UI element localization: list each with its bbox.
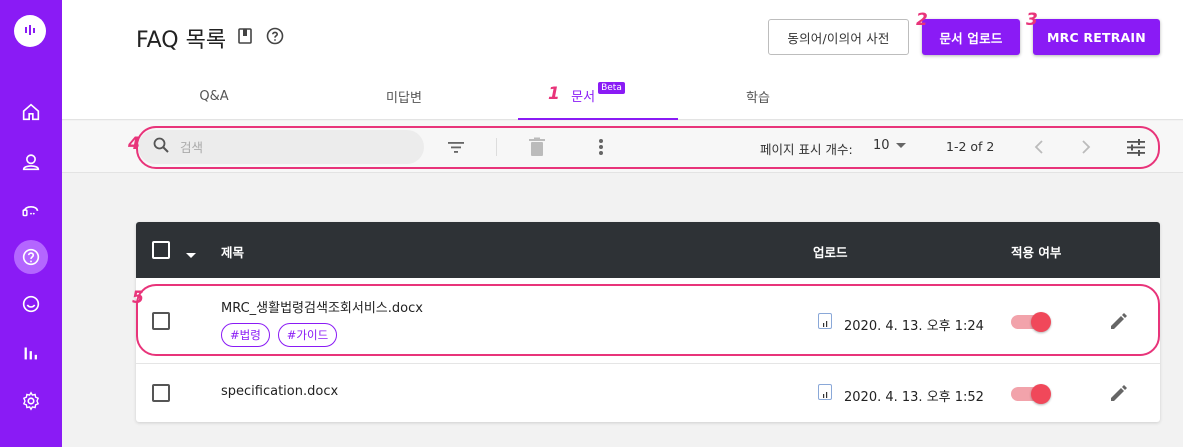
main-area: FAQ 목록 동의어/이의어 사전 문서 업로드 MRC RETRAIN 2 3… — [62, 0, 1183, 447]
annotation-number-2: 2 — [916, 10, 928, 30]
logo-icon[interactable] — [14, 15, 46, 47]
applied-toggle[interactable] — [1011, 384, 1051, 404]
document-filename: MRC_생활법령검색조회서비스.docx — [221, 301, 423, 316]
settings-icon[interactable] — [14, 384, 48, 418]
book-icon[interactable] — [236, 27, 254, 49]
mrc-retrain-button[interactable]: MRC RETRAIN — [1033, 19, 1160, 55]
next-page-icon[interactable] — [1074, 135, 1098, 159]
edit-pencil-icon[interactable] — [1108, 310, 1132, 334]
search-box — [138, 130, 424, 164]
synonym-dictionary-button[interactable]: 동의어/이의어 사전 — [768, 19, 909, 55]
toggle-knob — [1031, 312, 1051, 332]
tab-documents-label: 문서 — [571, 89, 596, 105]
delete-icon[interactable] — [525, 135, 549, 159]
page-size-value: 10 — [873, 138, 890, 153]
upload-date: 2020. 4. 13. 오후 1:52 — [844, 390, 984, 405]
tag-chip[interactable]: #가이드 — [277, 323, 338, 347]
page-header: FAQ 목록 동의어/이의어 사전 문서 업로드 MRC RETRAIN 2 3… — [62, 0, 1183, 120]
page-range: 1-2 of 2 — [946, 139, 995, 154]
tab-learning[interactable]: 학습 — [678, 72, 838, 120]
chat-support-icon[interactable] — [14, 193, 48, 227]
upload-date: 2020. 4. 13. 오후 1:24 — [844, 319, 984, 334]
applied-toggle[interactable] — [1011, 312, 1051, 332]
analytics-icon[interactable] — [14, 336, 48, 370]
tag-chip[interactable]: #법령 — [221, 323, 270, 347]
tab-bar: Q&A 미답변 문서 Beta 학습 1 — [124, 72, 824, 120]
select-all-checkbox[interactable] — [152, 241, 170, 259]
table-header: 제목 업로드 적용 여부 — [136, 222, 1160, 278]
faq-icon[interactable] — [14, 240, 48, 274]
page-size-label: 페이지 표시 개수: — [760, 142, 853, 157]
search-icon — [152, 136, 170, 158]
message-icon[interactable] — [14, 287, 48, 321]
page-title: FAQ 목록 — [136, 28, 227, 53]
column-settings-icon[interactable] — [1124, 135, 1148, 159]
tab-unanswered[interactable]: 미답변 — [324, 72, 484, 120]
dropdown-arrow-icon — [895, 138, 906, 153]
edit-pencil-icon[interactable] — [1108, 382, 1132, 406]
annotation-number-1: 1 — [548, 84, 560, 104]
document-file-icon — [818, 313, 832, 329]
filter-icon[interactable] — [444, 135, 468, 159]
column-header-upload[interactable]: 업로드 — [813, 242, 848, 261]
select-menu-chevron-down-icon[interactable] — [186, 247, 196, 262]
documents-table: 제목 업로드 적용 여부 MRC_생활법령검색조회서비스.docx #법령 #가… — [136, 222, 1160, 422]
more-options-icon[interactable] — [589, 135, 613, 159]
tag-list: #법령 #가이드 — [221, 323, 338, 347]
prev-page-icon[interactable] — [1027, 135, 1051, 159]
beta-badge: Beta — [598, 82, 625, 94]
tab-documents[interactable]: 문서 Beta — [518, 72, 678, 120]
page-size-select[interactable]: 10 — [873, 138, 906, 153]
tab-qna[interactable]: Q&A — [164, 72, 264, 120]
table-row[interactable]: MRC_생활법령검색조회서비스.docx #법령 #가이드 2020. 4. 1… — [136, 278, 1160, 364]
help-icon[interactable] — [266, 27, 284, 49]
upload-document-button[interactable]: 문서 업로드 — [922, 19, 1020, 55]
home-icon[interactable] — [14, 95, 48, 129]
column-header-applied[interactable]: 적용 여부 — [1011, 242, 1061, 261]
title-icons — [236, 27, 284, 49]
table-row[interactable]: specification.docx 2020. 4. 13. 오후 1:52 — [136, 364, 1160, 422]
row-checkbox[interactable] — [152, 312, 170, 330]
document-file-icon — [818, 384, 832, 400]
toolbar-divider — [496, 138, 497, 156]
annotation-number-5: 5 — [132, 288, 144, 308]
annotation-number-4: 4 — [128, 134, 140, 154]
document-filename: specification.docx — [221, 384, 339, 399]
column-header-title[interactable]: 제목 — [221, 242, 244, 261]
search-input[interactable] — [180, 139, 400, 155]
user-icon[interactable] — [14, 145, 48, 179]
toolbar: 페이지 표시 개수: 10 1-2 of 2 — [62, 121, 1183, 173]
row-checkbox[interactable] — [152, 384, 170, 402]
annotation-number-3: 3 — [1026, 10, 1038, 30]
sidebar — [0, 0, 62, 447]
toggle-knob — [1031, 384, 1051, 404]
